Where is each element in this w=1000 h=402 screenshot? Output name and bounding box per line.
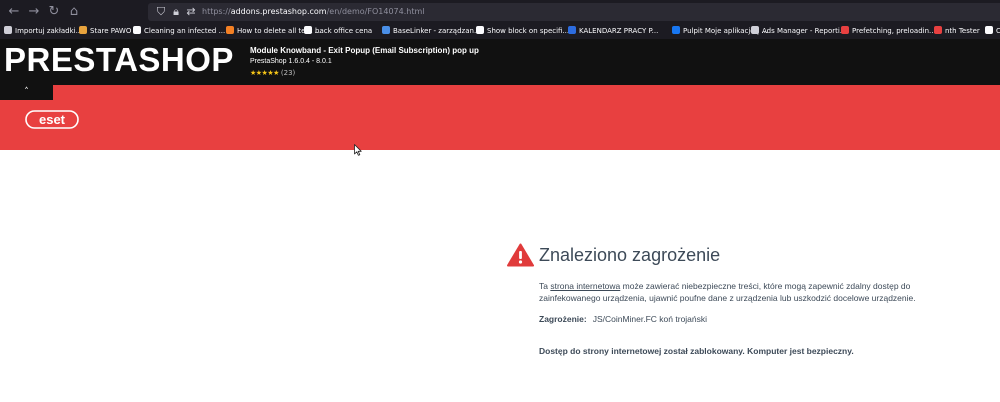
bookmark-item[interactable]: Prefetching, preloadin... bbox=[841, 24, 936, 39]
bookmark-favicon-icon bbox=[934, 26, 942, 34]
threat-value: JS/CoinMiner.FC koń trojański bbox=[592, 314, 708, 324]
warning-icon bbox=[507, 243, 534, 267]
bookmark-favicon-icon bbox=[841, 26, 849, 34]
bookmark-label: Ads Manager - Reporti... bbox=[762, 27, 847, 35]
collapse-header-tab[interactable]: ˄ bbox=[0, 85, 53, 100]
review-count: (23) bbox=[280, 69, 296, 77]
threat-heading: Znaleziono zagrożenie bbox=[539, 245, 721, 265]
bookmark-label: Show block on specifi... bbox=[487, 27, 570, 35]
bookmark-label: Importuj zakładki... bbox=[15, 27, 83, 35]
bookmark-item[interactable]: back office cena bbox=[304, 24, 372, 39]
website-link[interactable]: strona internetowa bbox=[550, 281, 620, 291]
forward-icon[interactable]: → bbox=[26, 4, 42, 20]
rating-stars-icon: ★★★★★ bbox=[250, 69, 279, 77]
bookmark-label: Cleaning an infected ... bbox=[144, 27, 226, 35]
bookmark-label: KALENDARZ PRACY P... bbox=[579, 27, 659, 35]
bookmark-item[interactable]: KALENDARZ PRACY P... bbox=[568, 24, 658, 39]
threat-description: Ta strona internetowa może zawierać nieb… bbox=[539, 281, 916, 303]
browser-toolbar: ← → ↻ ⌂ ⛉ 🔒︎ ⇄ https://addons.prestashop… bbox=[0, 0, 1000, 24]
eset-logo-text: eset bbox=[39, 112, 66, 127]
bookmark-label: Prefetching, preloadin... bbox=[852, 27, 936, 35]
bookmark-favicon-icon bbox=[985, 26, 993, 34]
bookmark-item[interactable]: Cleaning an infected ... bbox=[133, 24, 225, 39]
reload-icon[interactable]: ↻ bbox=[46, 4, 62, 20]
module-rating[interactable]: ★★★★★ (23) bbox=[250, 69, 295, 77]
eset-header-band bbox=[0, 85, 1000, 150]
url-text[interactable]: https://addons.prestashop.com/en/demo/FO… bbox=[202, 3, 424, 21]
permissions-icon[interactable]: ⇄ bbox=[184, 4, 198, 20]
bookmark-label: Stare PAWO bbox=[90, 27, 132, 35]
threat-label: Zagrożenie: bbox=[539, 314, 587, 324]
shield-icon[interactable]: ⛉ bbox=[154, 4, 168, 20]
module-title: Module Knowband - Exit Popup (Email Subs… bbox=[250, 46, 479, 55]
bookmark-item[interactable]: Stare PAWO bbox=[79, 24, 131, 39]
mouse-cursor-icon bbox=[354, 144, 362, 156]
chevron-up-icon[interactable]: ˄ bbox=[0, 85, 53, 100]
bookmark-item[interactable]: nth Tester bbox=[934, 24, 980, 39]
bookmark-item[interactable]: BaseLinker - zarządzan... bbox=[382, 24, 481, 39]
bookmark-favicon-icon bbox=[751, 26, 759, 34]
bookmark-favicon-icon bbox=[4, 26, 12, 34]
threat-detail: Zagrożenie: JS/CoinMiner.FC koń trojański bbox=[539, 314, 707, 324]
bookmark-label: back office cena bbox=[315, 27, 373, 35]
bookmark-favicon-icon bbox=[568, 26, 576, 34]
bookmark-item[interactable]: Importuj zakładki... bbox=[4, 24, 82, 39]
back-icon[interactable]: ← bbox=[6, 4, 22, 20]
bookmark-label: C bbox=[996, 27, 1000, 35]
bookmark-favicon-icon bbox=[226, 26, 234, 34]
prestashop-header: PRESTASHOP Module Knowband - Exit Popup … bbox=[0, 39, 1000, 85]
prestashop-logo[interactable]: PRESTASHOP bbox=[4, 43, 234, 77]
lock-icon[interactable]: 🔒︎ bbox=[169, 4, 183, 20]
bookmark-favicon-icon bbox=[304, 26, 312, 34]
bookmark-item[interactable]: Show block on specifi... bbox=[476, 24, 569, 39]
home-icon[interactable]: ⌂ bbox=[66, 4, 82, 20]
bookmark-favicon-icon bbox=[476, 26, 484, 34]
bookmark-label: BaseLinker - zarządzan... bbox=[393, 27, 481, 35]
bookmarks-bar: Importuj zakładki... Stare PAWO Cleaning a… bbox=[0, 24, 1000, 39]
module-version: PrestaShop 1.6.0.4 - 8.0.1 bbox=[250, 58, 332, 65]
eset-logo: eset bbox=[25, 110, 79, 129]
bookmark-favicon-icon bbox=[133, 26, 141, 34]
blocked-message: Dostęp do strony internetowej został zab… bbox=[539, 346, 854, 356]
address-bar[interactable]: ⛉ 🔒︎ ⇄ https://addons.prestashop.com/en/… bbox=[148, 3, 1000, 21]
bookmark-item[interactable]: C bbox=[985, 24, 1000, 39]
bookmark-favicon-icon bbox=[382, 26, 390, 34]
bookmark-label: nth Tester bbox=[945, 27, 980, 35]
bookmark-favicon-icon bbox=[672, 26, 680, 34]
bookmark-favicon-icon bbox=[79, 26, 87, 34]
bookmark-item[interactable]: Ads Manager - Reporti... bbox=[751, 24, 846, 39]
